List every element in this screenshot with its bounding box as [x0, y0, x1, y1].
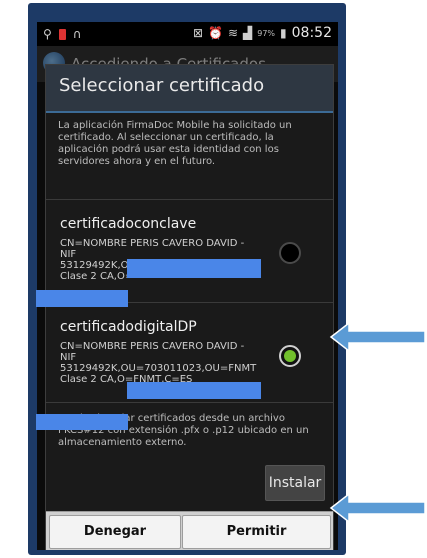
signal-icon: ▟	[243, 26, 253, 40]
redaction-box	[127, 259, 261, 278]
certificate-detail: CN=NOMBRE PERIS CAVERO DAVID - NIF 53129…	[60, 341, 257, 385]
alarm-icon: ⏰	[208, 26, 223, 40]
redaction-box	[36, 290, 128, 307]
redaction-box	[36, 414, 128, 430]
certificate-name: certificadoconclave	[60, 216, 197, 232]
certificate-radio-1[interactable]	[279, 242, 301, 264]
wifi-icon: ≋	[227, 26, 239, 40]
certificate-item-1[interactable]: certificadoconclave CN=NOMBRE PERIS CAVE…	[46, 200, 333, 302]
allow-button[interactable]: Permitir	[182, 515, 331, 549]
certificate-name: certificadodigitalDP	[60, 319, 197, 335]
certificate-dialog: Seleccionar certificado La aplicación Fi…	[45, 64, 334, 550]
pointer-arrow-icon	[329, 492, 426, 524]
dialog-message: La aplicación FirmaDoc Mobile ha solicit…	[58, 120, 292, 167]
battery-percent: 97%	[257, 28, 276, 38]
divider	[46, 402, 333, 403]
dialog-button-bar: Denegar Permitir	[46, 511, 333, 550]
dialog-title: Seleccionar certificado	[59, 75, 265, 96]
status-bar: ⚲ ∩ ⊠ ⏰ ≋ ▟ 97% ▮ 08:52	[37, 22, 338, 46]
usb-icon: ⚲	[43, 27, 52, 41]
dialog-header: Seleccionar certificado	[46, 65, 333, 113]
phone-screen: ⚲ ∩ ⊠ ⏰ ≋ ▟ 97% ▮ 08:52 Accediendo a Cer…	[37, 22, 338, 550]
pointer-arrow-icon	[329, 321, 426, 353]
clock: 08:52	[291, 25, 332, 41]
deny-button[interactable]: Denegar	[49, 515, 181, 549]
nfc-icon: ⊠	[192, 26, 203, 40]
battery-icon: ▮	[280, 26, 287, 40]
battery-alert-icon	[58, 28, 66, 40]
install-button[interactable]: Instalar	[265, 465, 325, 501]
certificate-radio-2[interactable]	[279, 345, 301, 367]
redaction-box	[127, 382, 261, 399]
headset-icon: ∩	[72, 27, 82, 41]
